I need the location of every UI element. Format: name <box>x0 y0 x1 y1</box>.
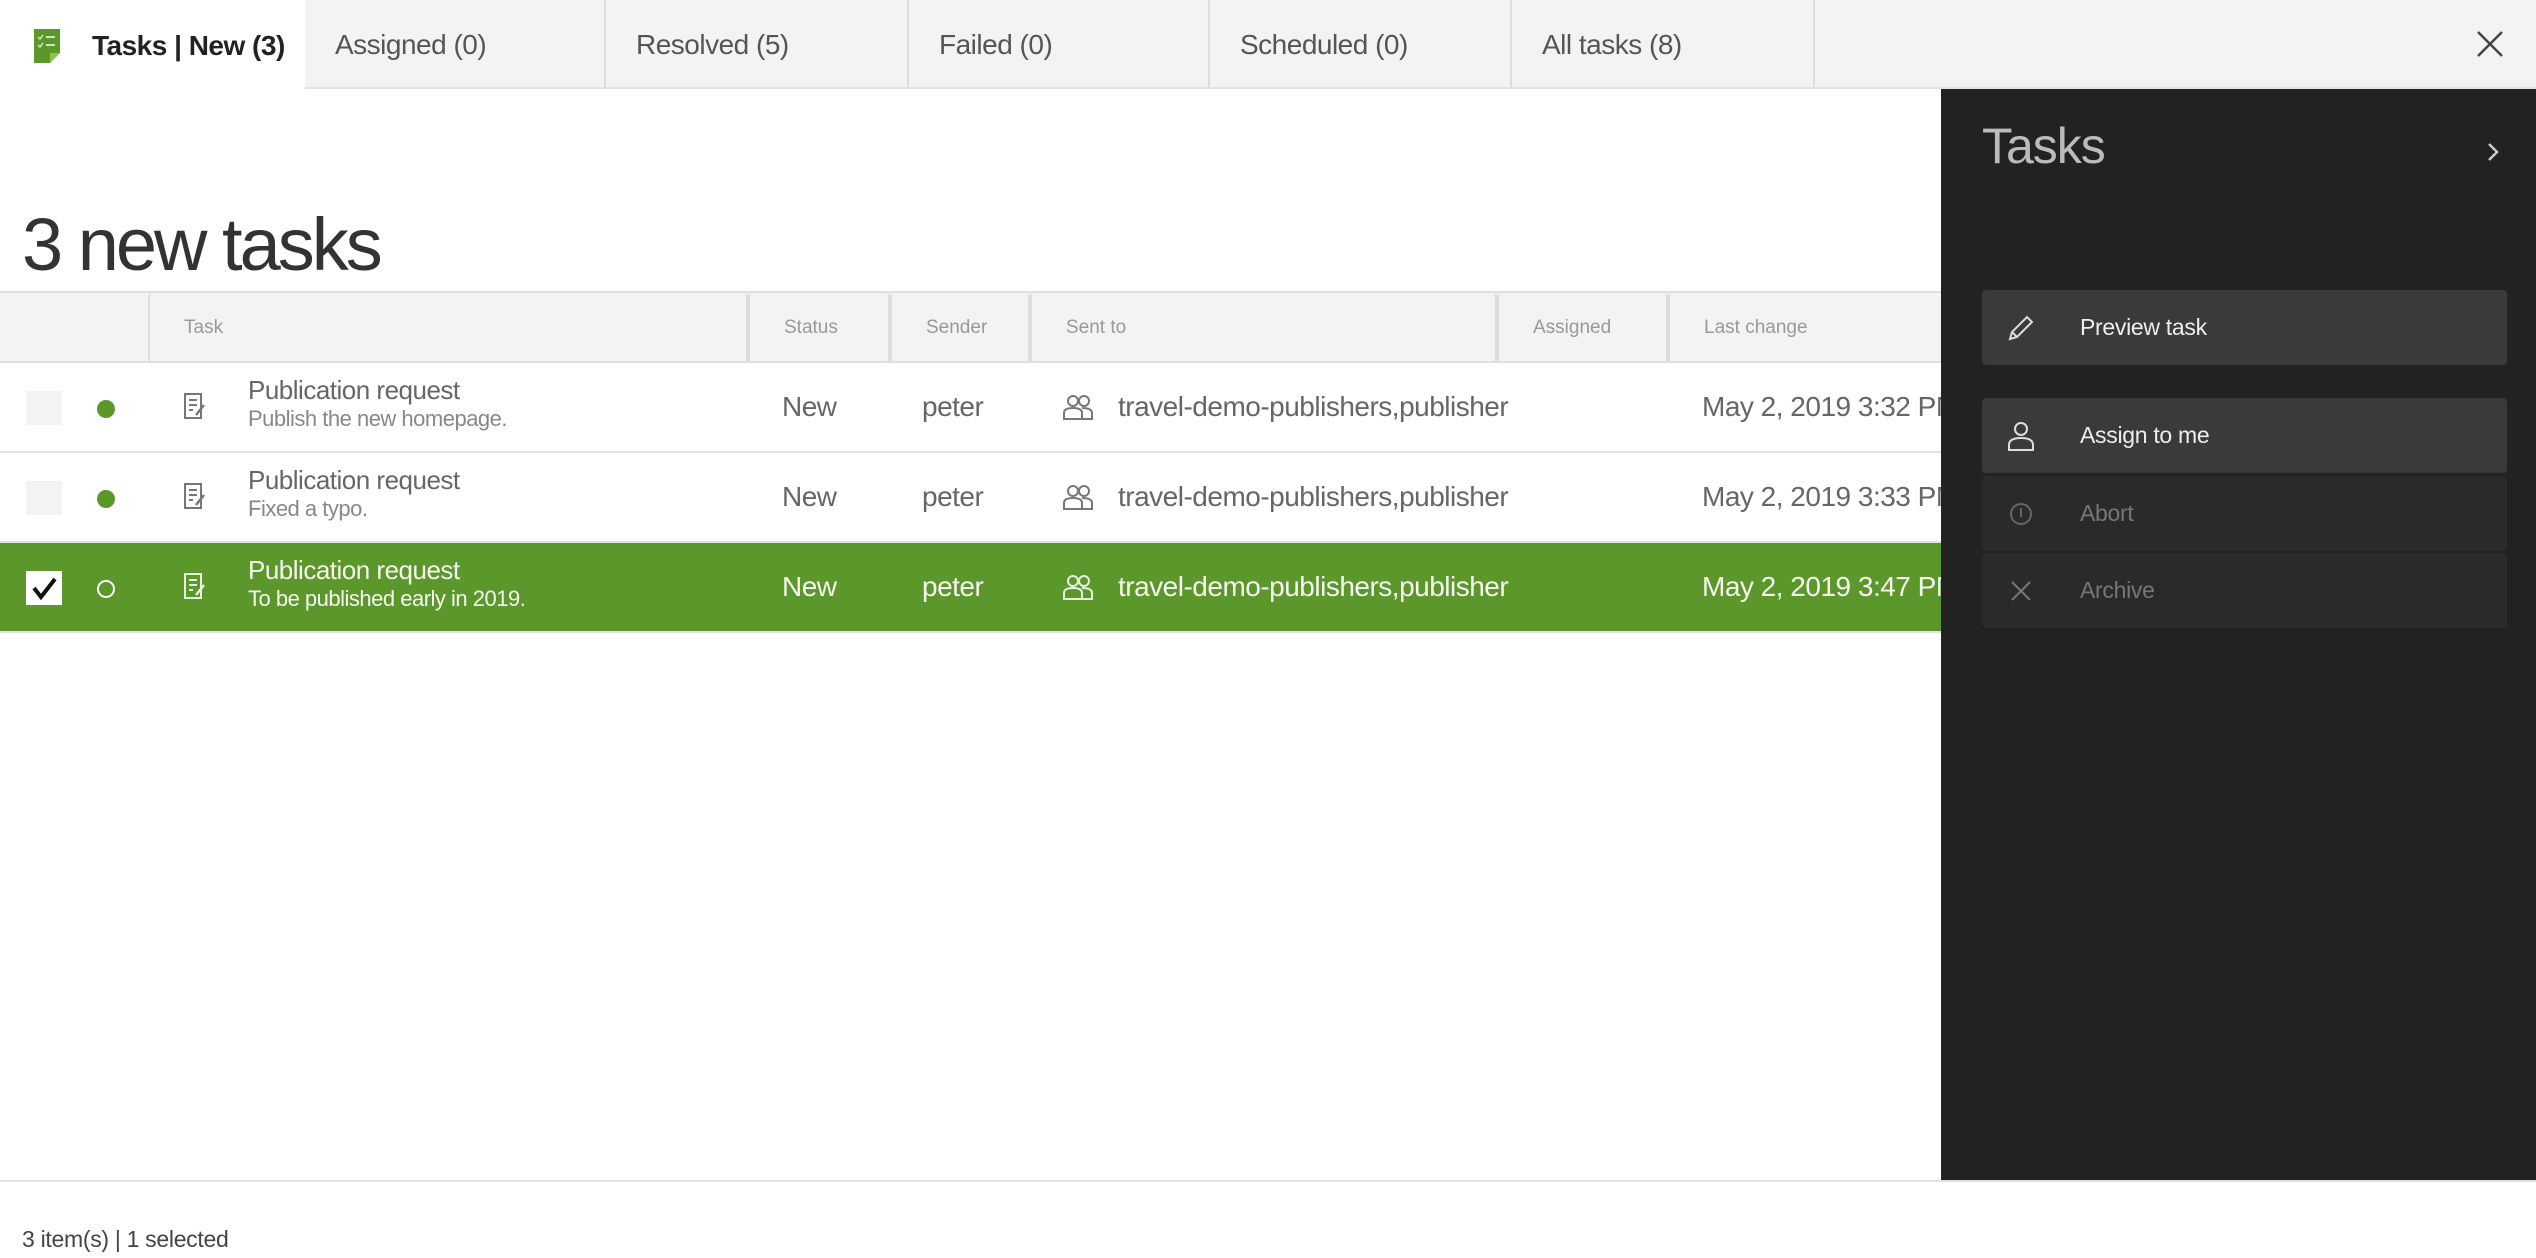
sender-cell: peter <box>922 481 984 512</box>
action-label: Archive <box>2080 577 2155 603</box>
tab-label: Resolved (5) <box>636 28 789 60</box>
tab-label: Failed (0) <box>939 28 1053 60</box>
row-checkbox[interactable] <box>26 481 62 515</box>
group-icon <box>1063 485 1093 510</box>
status-cell: New <box>782 571 837 602</box>
abort-button[interactable]: Abort <box>1982 476 2507 551</box>
tab-resolved[interactable]: Resolved (5) <box>606 0 909 89</box>
assign-to-me-button[interactable]: Assign to me <box>1982 398 2507 473</box>
sent-to-cell: travel-demo-publishers,publisher <box>1062 363 1509 451</box>
row-checkbox[interactable] <box>26 391 62 425</box>
tasks-icon <box>34 28 60 63</box>
tab-bar: Tasks | New (3) Assigned (0) Resolved (5… <box>0 0 2536 91</box>
sent-to-text: travel-demo-publishers,publisher <box>1118 571 1509 602</box>
task-document-icon <box>184 483 205 509</box>
selection-status: 3 item(s) | 1 selected <box>22 1226 229 1252</box>
sent-to-cell: travel-demo-publishers,publisher <box>1062 543 1509 631</box>
x-icon <box>2004 574 2038 608</box>
tab-label: Scheduled (0) <box>1240 28 1408 60</box>
unread-indicator <box>97 400 115 418</box>
archive-button[interactable]: Archive <box>1982 553 2507 628</box>
task-cell: Publication request Fixed a typo. <box>248 465 460 523</box>
tab-label: Assigned (0) <box>335 28 487 60</box>
row-checkbox[interactable] <box>26 571 62 605</box>
tab-scheduled[interactable]: Scheduled (0) <box>1210 0 1512 89</box>
column-header-status[interactable]: Status <box>748 293 890 363</box>
pencil-icon <box>2004 311 2038 345</box>
task-title: Publication request <box>248 465 460 495</box>
action-label: Preview task <box>2080 314 2207 340</box>
table-row[interactable]: Publication request Fixed a typo. New pe… <box>0 453 1959 543</box>
column-header-last-change[interactable]: Last change <box>1668 293 1968 363</box>
close-icon <box>2477 31 2503 57</box>
task-title: Publication request <box>248 555 460 585</box>
status-cell: New <box>782 391 837 422</box>
tab-assigned[interactable]: Assigned (0) <box>305 0 606 89</box>
select-column-header <box>0 293 148 363</box>
table-header: Task Status Sender Sent to Assigned Last… <box>0 291 1968 363</box>
tab-label: All tasks (8) <box>1542 28 1682 60</box>
task-subtitle: Publish the new homepage. <box>248 406 508 431</box>
preview-task-button[interactable]: Preview task <box>1982 290 2507 365</box>
column-header-sender[interactable]: Sender <box>890 293 1030 363</box>
tab-label: Tasks | New (3) <box>92 29 285 61</box>
table-row[interactable]: Publication request To be published earl… <box>0 543 1959 633</box>
task-document-icon <box>184 573 205 599</box>
check-icon <box>32 577 57 601</box>
close-button[interactable] <box>2468 22 2512 66</box>
task-title: Publication request <box>248 375 460 405</box>
tasks-side-panel: Tasks Preview task Assign to me Abort Ar… <box>1941 89 2536 1180</box>
status-cell: New <box>782 481 837 512</box>
column-header-sent-to[interactable]: Sent to <box>1030 293 1497 363</box>
last-change-cell: May 2, 2019 3:33 PM <box>1702 481 1959 512</box>
last-change-cell: May 2, 2019 3:32 PM <box>1702 391 1959 422</box>
task-document-icon <box>184 393 205 419</box>
task-subtitle: Fixed a typo. <box>248 496 368 521</box>
group-icon <box>1063 395 1093 420</box>
panel-title: Tasks <box>1982 118 2106 174</box>
footer-divider <box>0 1180 2536 1182</box>
group-icon <box>1063 575 1093 600</box>
column-header-assigned[interactable]: Assigned <box>1497 293 1668 363</box>
last-change-cell: May 2, 2019 3:47 PM <box>1702 571 1959 602</box>
tab-new[interactable]: Tasks | New (3) <box>0 0 305 91</box>
tab-all-tasks[interactable]: All tasks (8) <box>1512 0 1815 89</box>
tab-failed[interactable]: Failed (0) <box>909 0 1210 89</box>
action-label: Assign to me <box>2080 422 2210 448</box>
user-icon <box>2004 419 2038 453</box>
task-subtitle: To be published early in 2019. <box>248 586 526 611</box>
sender-cell: peter <box>922 571 984 602</box>
action-label: Abort <box>2080 500 2134 526</box>
sent-to-text: travel-demo-publishers,publisher <box>1118 391 1509 422</box>
page-title: 3 new tasks <box>22 203 383 286</box>
sender-cell: peter <box>922 391 984 422</box>
info-circle-icon <box>2004 497 2038 531</box>
task-cell: Publication request Publish the new home… <box>248 375 508 433</box>
table-row[interactable]: Publication request Publish the new home… <box>0 363 1959 453</box>
sent-to-cell: travel-demo-publishers,publisher <box>1062 453 1509 541</box>
sent-to-text: travel-demo-publishers,publisher <box>1118 481 1509 512</box>
task-cell: Publication request To be published earl… <box>248 555 526 613</box>
unread-indicator <box>97 580 115 598</box>
unread-indicator <box>97 490 115 508</box>
column-header-task[interactable]: Task <box>148 293 748 363</box>
chevron-right-icon[interactable] <box>2481 137 2505 167</box>
